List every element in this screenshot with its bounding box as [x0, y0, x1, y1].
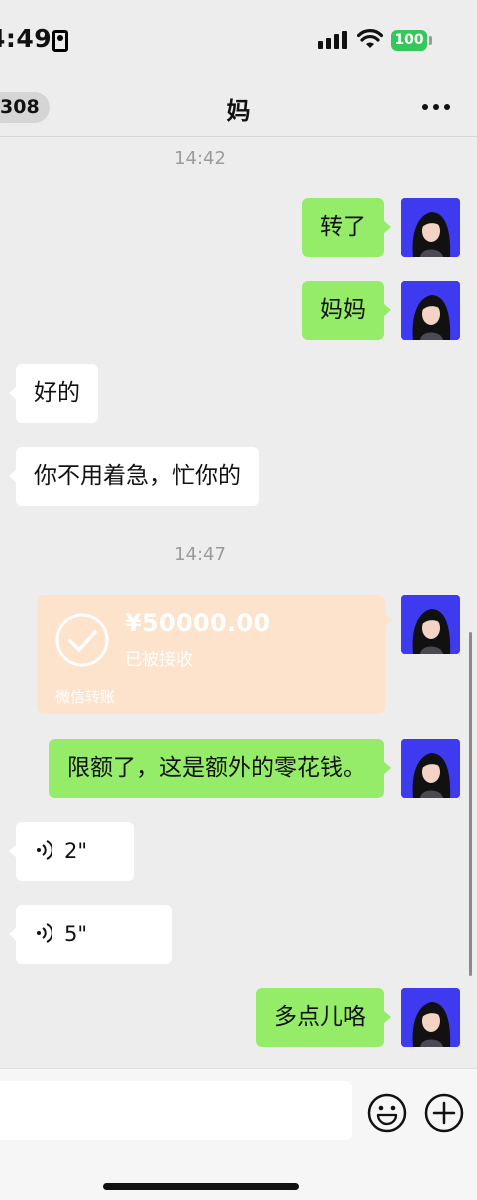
status-bar: 4:49 100 — [0, 0, 477, 80]
battery-tip — [429, 36, 432, 45]
id-card-icon — [52, 30, 68, 52]
chat-header: 308 妈 — [0, 80, 477, 137]
avatar-portrait-icon — [401, 281, 460, 340]
avatar-portrait-icon — [401, 988, 460, 1047]
emoji-icon[interactable] — [367, 1093, 407, 1133]
wifi-icon — [357, 29, 383, 48]
self-avatar[interactable] — [401, 988, 460, 1047]
message-input[interactable] — [0, 1081, 352, 1140]
incoming-voice-message[interactable]: 2" — [9, 822, 134, 881]
more-icon[interactable] — [422, 104, 452, 112]
scrollbar[interactable] — [469, 632, 472, 976]
incoming-message[interactable]: 你不用着急，忙你的 — [9, 447, 259, 506]
transfer-label: 微信转账 — [55, 688, 116, 706]
voice-duration: 5" — [64, 922, 88, 946]
avatar-portrait-icon — [401, 198, 460, 257]
chat-title: 妈 — [226, 97, 251, 125]
outgoing-message[interactable]: 妈妈 — [302, 281, 391, 340]
outgoing-message[interactable]: 多点儿咯 — [256, 988, 391, 1047]
voice-duration: 2" — [64, 839, 88, 863]
check-circle-icon — [55, 613, 109, 667]
self-avatar[interactable] — [401, 198, 460, 257]
input-bar — [0, 1068, 477, 1200]
transfer-status: 已被接收 — [125, 650, 193, 670]
avatar-portrait-icon — [401, 595, 460, 654]
outgoing-message[interactable]: 转了 — [302, 198, 391, 257]
incoming-message[interactable]: 好的 — [9, 364, 98, 423]
timestamp: 14:42 — [174, 148, 226, 169]
avatar-portrait-icon — [401, 739, 460, 798]
battery-indicator: 100 — [391, 30, 427, 51]
timestamp: 14:47 — [174, 544, 226, 565]
self-avatar[interactable] — [401, 595, 460, 654]
home-indicator — [103, 1183, 299, 1190]
outgoing-message[interactable]: 限额了，这是额外的零花钱。 — [49, 739, 391, 798]
transfer-card[interactable]: ¥50000.00 已被接收 微信转账 — [37, 595, 392, 714]
self-avatar[interactable] — [401, 739, 460, 798]
signal-icon — [318, 31, 347, 49]
self-avatar[interactable] — [401, 281, 460, 340]
transfer-amount: ¥50000.00 — [125, 609, 271, 637]
status-time: 4:49 — [0, 24, 53, 53]
plus-icon[interactable] — [424, 1093, 464, 1133]
incoming-voice-message[interactable]: 5" — [9, 905, 172, 964]
voice-wave-icon — [37, 839, 52, 860]
voice-wave-icon — [37, 922, 52, 943]
